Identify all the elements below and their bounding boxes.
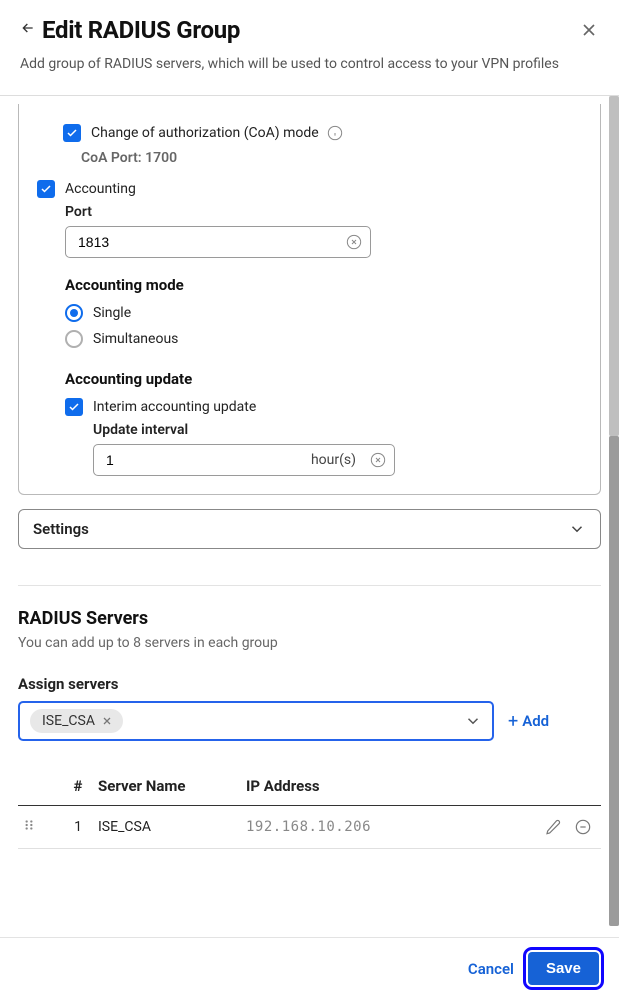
accounting-checkbox[interactable] (37, 180, 55, 198)
row-name: ISE_CSA (98, 819, 246, 835)
drag-handle-icon[interactable] (22, 818, 36, 832)
save-button[interactable]: Save (528, 952, 599, 985)
dialog-subtitle: Add group of RADIUS servers, which will … (20, 54, 590, 75)
row-ip: 192.168.10.206 (246, 819, 517, 835)
col-index: # (58, 777, 98, 795)
clear-icon[interactable] (370, 452, 386, 468)
accounting-label: Accounting (65, 181, 136, 197)
row-index: 1 (58, 819, 98, 835)
dialog-header: Edit RADIUS Group Add group of RADIUS se… (0, 0, 619, 87)
remove-icon[interactable] (575, 819, 591, 835)
settings-accordion[interactable]: Settings (18, 509, 601, 549)
coa-checkbox[interactable] (63, 124, 81, 142)
chevron-down-icon (568, 520, 586, 538)
chevron-down-icon (464, 712, 482, 730)
assign-label: Assign servers (18, 675, 601, 693)
interval-input[interactable] (106, 452, 236, 468)
table-row: 1 ISE_CSA 192.168.10.206 (18, 806, 601, 849)
clear-icon[interactable] (346, 234, 362, 250)
dialog-title: Edit RADIUS Group (42, 16, 579, 44)
scrollbar-thumb-upper[interactable] (609, 96, 619, 436)
radio-single[interactable] (65, 304, 83, 322)
port-label: Port (65, 204, 582, 220)
info-icon[interactable] (327, 125, 343, 141)
dialog-footer: Cancel Save (0, 937, 619, 999)
interval-input-wrap: hour(s) (93, 444, 395, 476)
plus-icon: + (508, 711, 518, 732)
add-label: Add (522, 712, 549, 730)
add-button[interactable]: + Add (508, 711, 549, 732)
server-chip: ISE_CSA (30, 709, 123, 733)
port-input[interactable] (78, 234, 334, 250)
radio-simultaneous[interactable] (65, 330, 83, 348)
chip-text: ISE_CSA (42, 713, 95, 729)
servers-heading: RADIUS Servers (18, 608, 601, 629)
coa-label: Change of authorization (CoA) mode (91, 125, 319, 141)
radio-single-label: Single (93, 305, 131, 321)
coa-port-label: CoA Port: 1700 (81, 150, 582, 166)
accounting-update-label: Accounting update (65, 370, 582, 388)
accounting-mode-label: Accounting mode (65, 276, 582, 294)
col-name: Server Name (98, 777, 246, 795)
edit-icon[interactable] (545, 819, 561, 835)
servers-subtext: You can add up to 8 servers in each grou… (18, 635, 601, 651)
config-section: Change of authorization (CoA) mode CoA P… (18, 104, 601, 495)
servers-table: # Server Name IP Address 1 ISE_CSA 192.1… (18, 769, 601, 849)
scrollbar-thumb[interactable] (609, 436, 619, 926)
port-input-wrap (65, 226, 371, 258)
interim-checkbox[interactable] (65, 398, 83, 416)
assign-select[interactable]: ISE_CSA (18, 701, 494, 741)
interval-unit: hour(s) (311, 452, 356, 468)
chip-remove-icon[interactable] (101, 715, 113, 727)
close-icon[interactable] (579, 20, 599, 40)
back-arrow-icon[interactable] (20, 20, 36, 41)
col-ip: IP Address (246, 777, 517, 795)
settings-label: Settings (33, 520, 89, 538)
interim-label: Interim accounting update (93, 399, 256, 415)
interval-label: Update interval (93, 422, 582, 438)
cancel-button[interactable]: Cancel (468, 960, 514, 978)
radio-simultaneous-label: Simultaneous (93, 331, 178, 347)
